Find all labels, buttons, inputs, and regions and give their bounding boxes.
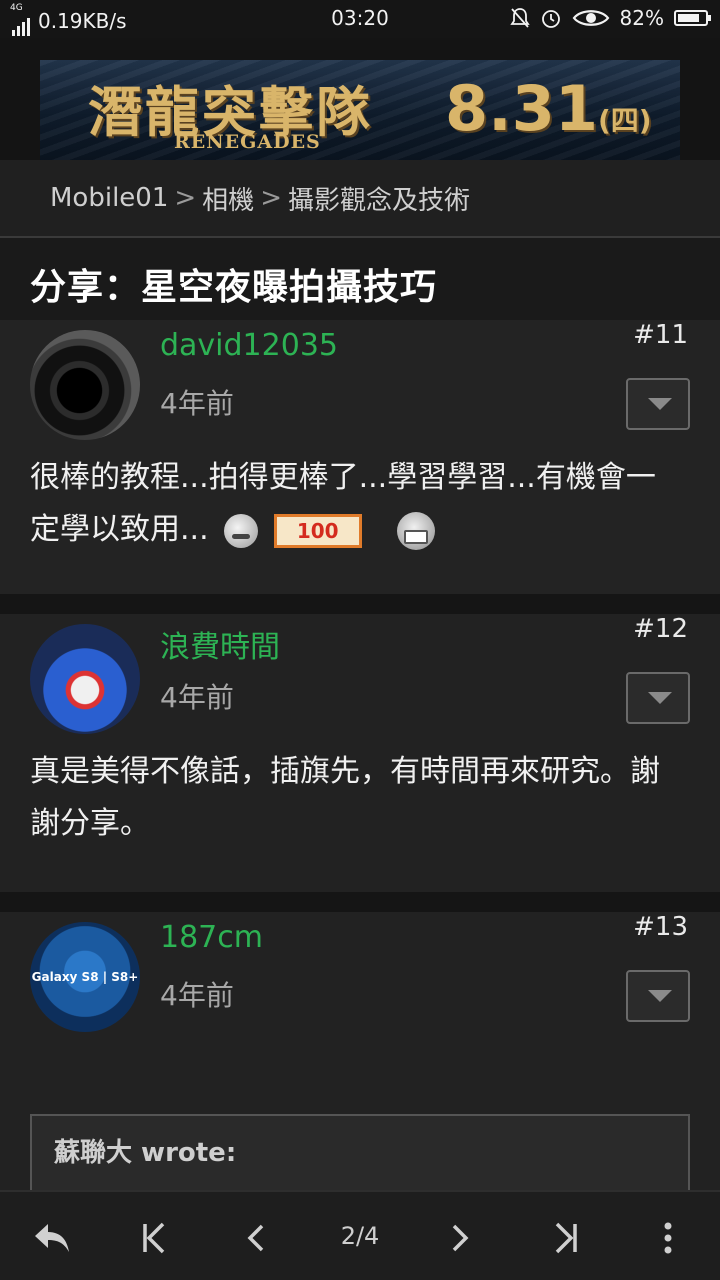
status-bar: 4G 0.19KB/s 03:20 82% — [0, 0, 720, 38]
eye-icon — [572, 10, 609, 26]
post-body: 很棒的教程...拍得更棒了...學習學習...有機會一定學以致用... 100 — [30, 452, 680, 556]
grin-emoticon-icon — [397, 511, 436, 550]
breadcrumb-item-photography[interactable]: 攝影觀念及技術 — [288, 180, 470, 217]
smile-emoticon-icon — [224, 513, 259, 548]
post-menu-button[interactable] — [626, 970, 690, 1022]
avatar-text: Galaxy S8 | S8+ — [31, 970, 139, 984]
next-page-button[interactable] — [430, 1210, 490, 1266]
breadcrumb-separator: > — [174, 183, 197, 213]
post-divider — [0, 594, 720, 614]
post-11: david12035 4年前 #11 很棒的教程...拍得更棒了...學習學習.… — [0, 320, 720, 594]
reply-button[interactable] — [22, 1210, 82, 1266]
ad-area: 潛龍突擊隊 RENEGADES 8.31(四) — [0, 38, 720, 160]
breadcrumb-separator: > — [260, 183, 282, 213]
post-12: 浪費時間 4年前 #12 真是美得不像話，插旗先，有時間再來研究。謝謝分享。 — [0, 614, 720, 892]
banner-subtitle: RENEGADES — [174, 131, 321, 153]
alarm-icon — [541, 10, 560, 28]
post-time: 4年前 — [160, 387, 234, 420]
reply-icon — [35, 1224, 69, 1252]
username[interactable]: 浪費時間 — [160, 622, 280, 666]
thread-title: 分享：星空夜曝拍攝技巧 — [30, 267, 438, 308]
post-number: #13 — [633, 912, 688, 942]
post-time: 4年前 — [160, 681, 234, 714]
more-button[interactable] — [638, 1210, 698, 1266]
quote-author: 蘇聯大 wrote: — [54, 1138, 237, 1168]
more-icon — [664, 1222, 672, 1254]
username[interactable]: 187cm — [160, 920, 263, 955]
avatar[interactable] — [30, 624, 140, 734]
post-time: 4年前 — [160, 979, 234, 1012]
username[interactable]: david12035 — [160, 328, 338, 363]
post-13: Galaxy S8 | S8+ 187cm 4年前 #13 蘇聯大 wrote: — [0, 912, 720, 1190]
last-page-button[interactable] — [536, 1210, 596, 1266]
post-menu-button[interactable] — [626, 672, 690, 724]
first-page-icon — [143, 1222, 165, 1254]
hundred-emoticon-icon: 100 — [273, 513, 362, 548]
breadcrumb-item-camera[interactable]: 相機 — [202, 180, 254, 217]
clock: 03:20 — [331, 6, 389, 30]
battery-icon — [674, 10, 711, 26]
prev-page-icon — [247, 1224, 264, 1252]
post-body: 真是美得不像話，插旗先，有時間再來研究。謝謝分享。 — [30, 754, 660, 841]
battery-percent: 82% — [619, 6, 664, 30]
last-page-icon — [555, 1222, 577, 1254]
bottom-toolbar: 2/4 — [0, 1190, 720, 1280]
avatar[interactable] — [30, 330, 140, 440]
thread-content: 分享：星空夜曝拍攝技巧 david12035 4年前 #11 很棒的教程...拍… — [0, 240, 720, 1190]
breadcrumb-item-mobile01[interactable]: Mobile01 — [50, 183, 168, 213]
post-number: #12 — [633, 614, 688, 644]
post-menu-button[interactable] — [626, 378, 690, 430]
next-page-icon — [452, 1224, 469, 1252]
quote-block: 蘇聯大 wrote: — [30, 1114, 690, 1190]
ad-banner[interactable]: 潛龍突擊隊 RENEGADES 8.31(四) — [40, 60, 680, 160]
first-page-button[interactable] — [124, 1210, 184, 1266]
breadcrumb: Mobile01 > 相機 > 攝影觀念及技術 — [0, 160, 720, 238]
mute-icon — [509, 8, 530, 28]
avatar[interactable]: Galaxy S8 | S8+ — [30, 922, 140, 1032]
post-divider — [0, 892, 720, 912]
post-number: #11 — [633, 320, 688, 350]
banner-date: 8.31(四) — [445, 72, 652, 145]
page-indicator: 2/4 — [340, 1222, 380, 1250]
prev-page-button[interactable] — [226, 1210, 286, 1266]
